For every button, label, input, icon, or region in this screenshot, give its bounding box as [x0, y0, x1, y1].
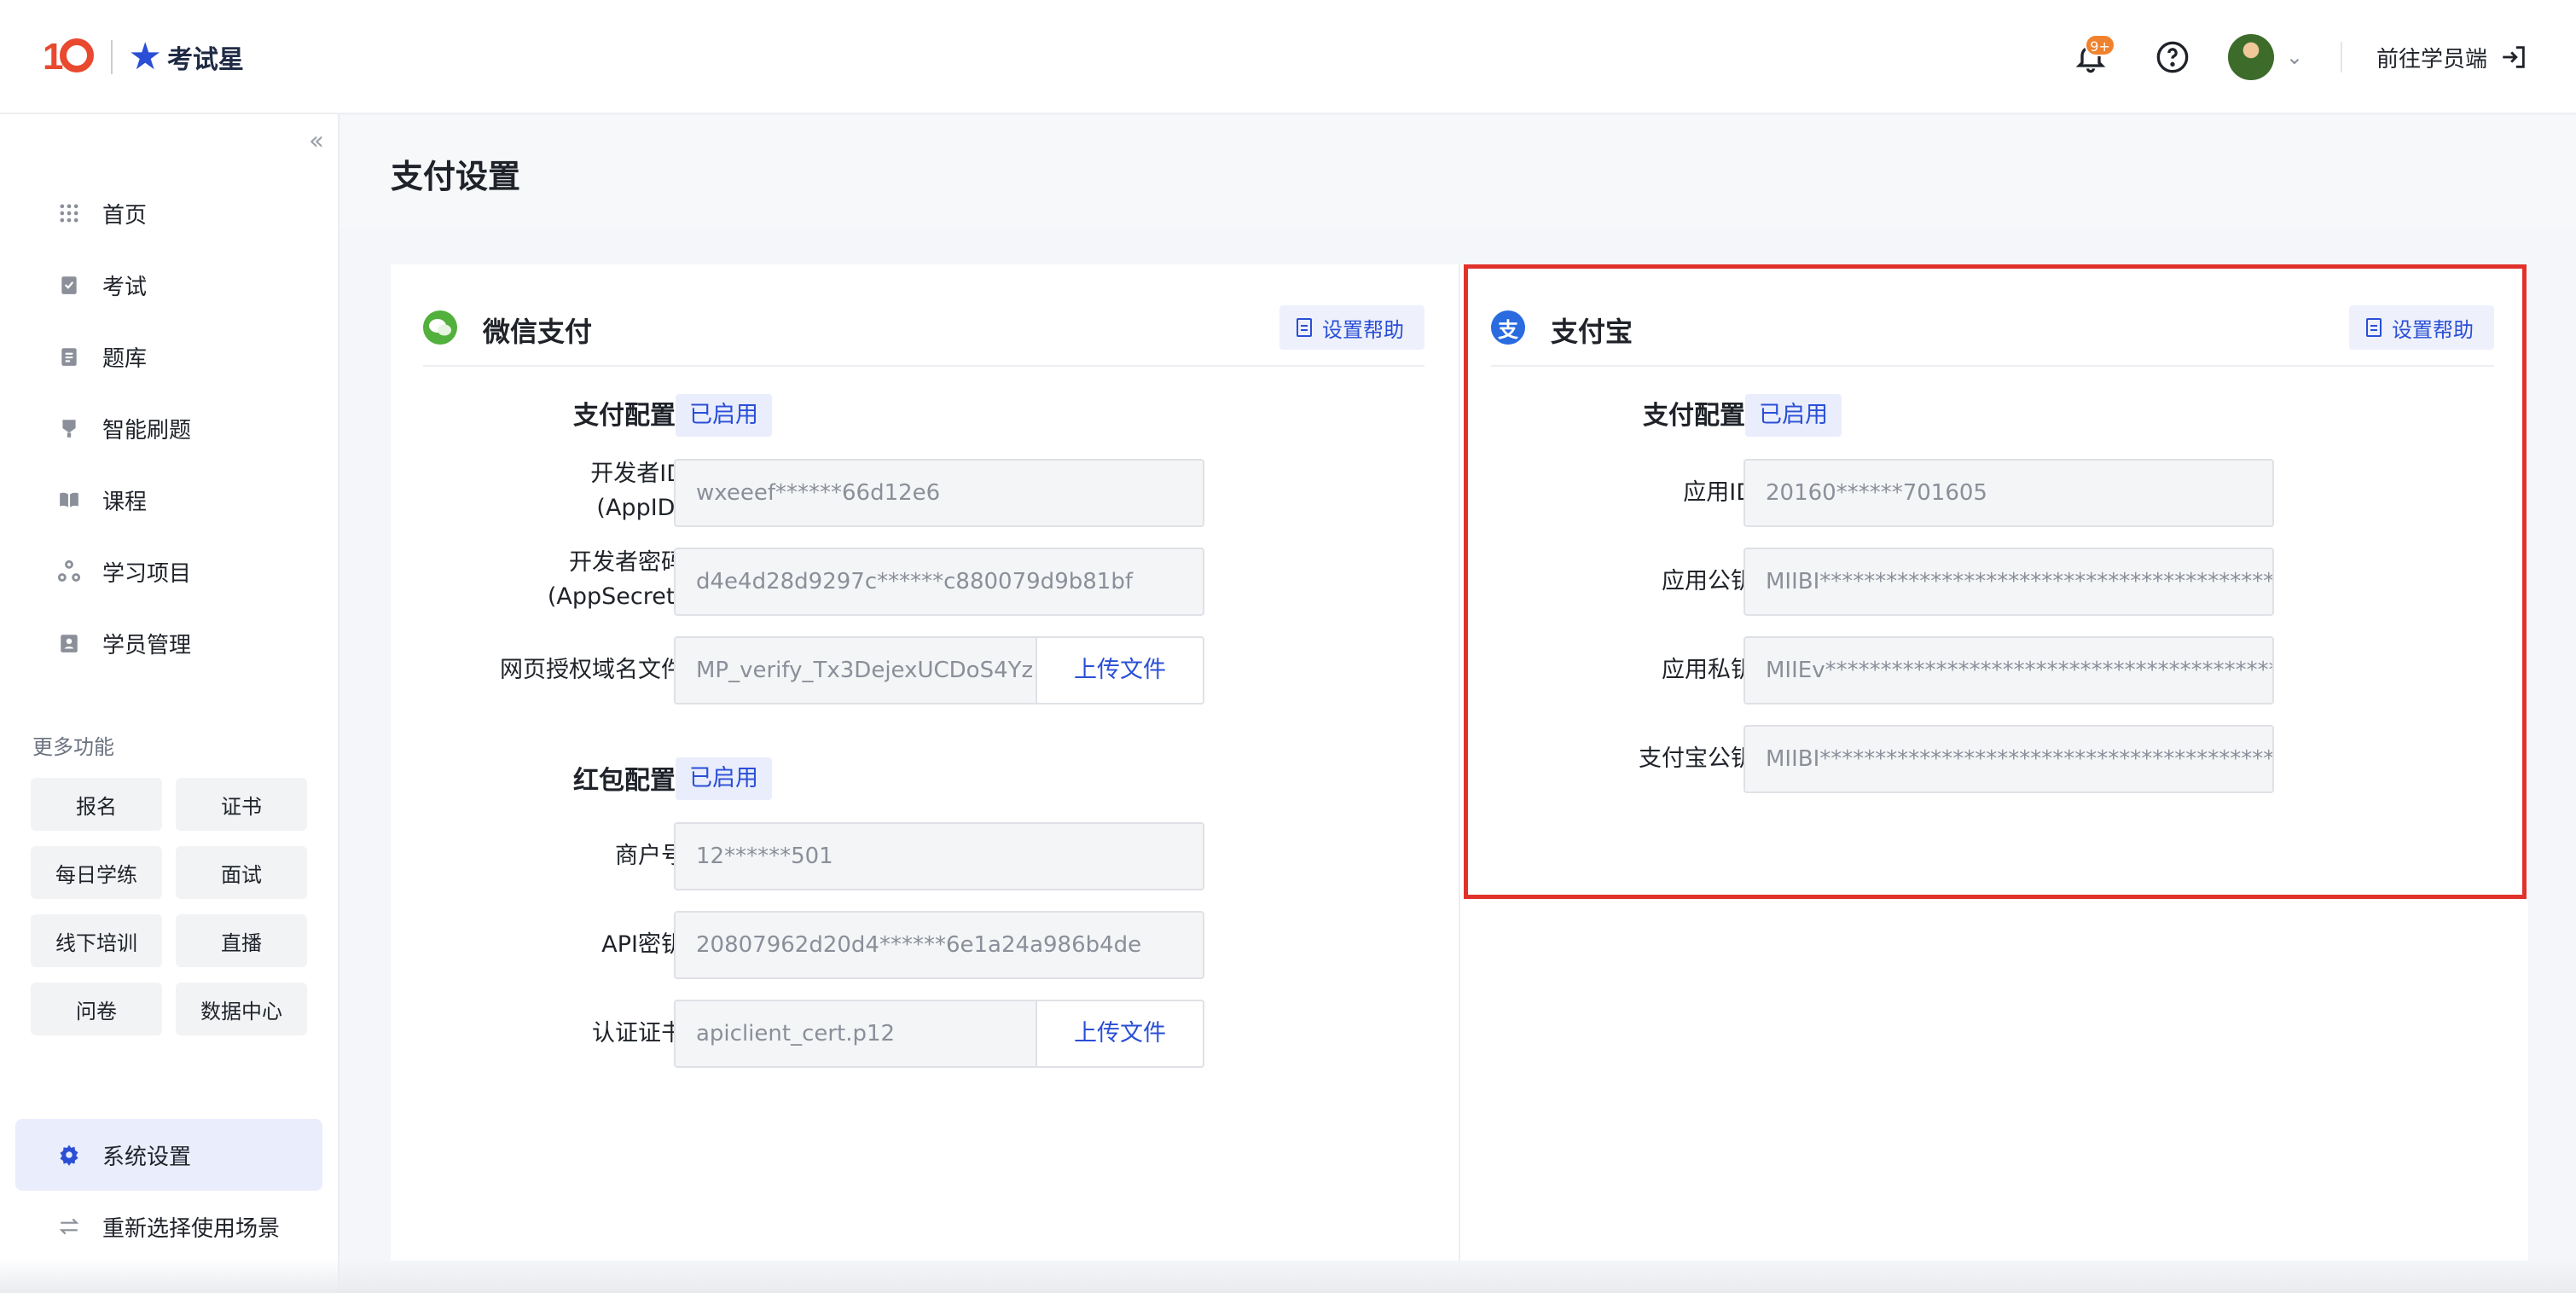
- appsecret-input[interactable]: d4e4d28d9297c******c880079d9b81bf: [674, 548, 1204, 616]
- sidebar-item-label: 考试: [102, 274, 148, 300]
- domain-file-label: 网页授权域名文件: [500, 657, 684, 683]
- appsecret-label-line1: 开发者密码: [569, 549, 684, 576]
- help-button-label: 设置帮助: [1322, 317, 1404, 342]
- question-circle-icon: [2156, 41, 2189, 73]
- notification-button[interactable]: 9+: [2064, 31, 2117, 84]
- more-item-data-center[interactable]: 数据中心: [176, 983, 307, 1035]
- more-item-offline-training[interactable]: 线下培训: [31, 914, 162, 967]
- more-item-registration[interactable]: 报名: [31, 778, 162, 831]
- sidebar-item-switch-scenario[interactable]: 重新选择使用场景: [15, 1191, 322, 1262]
- more-item-certificate[interactable]: 证书: [176, 778, 307, 831]
- redpack-config-label: 红包配置:: [573, 766, 686, 796]
- sidebar-item-label: 学员管理: [102, 632, 192, 658]
- sidebar-item-label: 学习项目: [102, 560, 192, 587]
- wechat-pay-card: 微信支付 设置帮助 支付配置: 已启用 开发者ID (AppID) wxeeef…: [391, 264, 1459, 1261]
- sidebar-item-label: 题库: [102, 345, 148, 372]
- book-list-icon: [56, 344, 82, 369]
- sidebar-item-label: 智能刷题: [102, 417, 192, 444]
- sidebar-item-system-settings[interactable]: 系统设置: [15, 1119, 322, 1191]
- page-header: 支付设置: [341, 116, 2576, 229]
- document-icon: [1297, 318, 1312, 337]
- alipay-highlight-box: [1464, 264, 2527, 899]
- project-icon: [56, 559, 82, 584]
- appsecret-label-line2: (AppSecret): [547, 583, 684, 610]
- sidebar-nav: 首页 考试 题库 智能刷题 课程 学习项目 学员管理: [0, 177, 338, 679]
- wechat-pay-config-label: 支付配置:: [573, 401, 686, 431]
- top-bar: 1 ★ 考试星 9+ ⌄ 前往学员端: [0, 0, 2576, 114]
- more-item-daily-practice[interactable]: 每日学练: [31, 846, 162, 899]
- wechat-help-button[interactable]: 设置帮助: [1279, 305, 1424, 350]
- grid-icon: [56, 200, 82, 226]
- sidebar-item-learning-project[interactable]: 学习项目: [0, 536, 338, 607]
- star-logo-icon: ★: [128, 35, 162, 78]
- clipboard-icon: [56, 272, 82, 298]
- appid-label-line2: (AppID): [596, 495, 684, 521]
- cert-upload-button[interactable]: 上传文件: [1037, 1000, 1204, 1068]
- cert-label: 认证证书: [592, 1020, 684, 1047]
- sidebar-item-course[interactable]: 课程: [0, 464, 338, 536]
- topbar-divider: [2340, 42, 2342, 72]
- wechat-logo-icon: [423, 310, 457, 345]
- brand-logo[interactable]: 1 ★ 考试星: [43, 34, 244, 80]
- goto-student-link[interactable]: 前往学员端: [2376, 42, 2487, 73]
- sidebar-item-label: 课程: [102, 489, 148, 515]
- api-key-label: API密钥: [601, 931, 684, 958]
- sidebar-item-smart-practice[interactable]: 智能刷题: [0, 392, 338, 464]
- sidebar-item-student-management[interactable]: 学员管理: [0, 607, 338, 679]
- chevron-down-icon[interactable]: ⌄: [2286, 45, 2303, 69]
- exit-icon[interactable]: [2499, 43, 2528, 72]
- domain-file-input[interactable]: MP_verify_Tx3DejexUCDoS4Yz.: [674, 636, 1037, 704]
- help-button[interactable]: [2146, 31, 2199, 84]
- gear-icon: [56, 1142, 82, 1168]
- page-title: 支付设置: [391, 158, 521, 195]
- appid-input[interactable]: wxeeef******66d12e6: [674, 459, 1204, 527]
- sidebar: ‹‹ 首页 考试 题库 智能刷题 课程 学习项目 学员管理 更多功能 报名 证书…: [0, 114, 339, 1293]
- merchant-id-input[interactable]: 12******501: [674, 822, 1204, 890]
- sidebar-bottom-nav: 系统设置 重新选择使用场景: [15, 1119, 322, 1262]
- swap-icon: [56, 1214, 82, 1239]
- logo-divider: [111, 40, 113, 74]
- brush-icon: [56, 415, 82, 441]
- domain-file-upload-button[interactable]: 上传文件: [1037, 636, 1204, 704]
- sidebar-item-question-bank[interactable]: 题库: [0, 321, 338, 392]
- wechat-pay-config-status: 已启用: [676, 394, 772, 437]
- more-item-survey[interactable]: 问卷: [31, 983, 162, 1035]
- merchant-id-label: 商户号: [615, 843, 684, 869]
- appid-label-line1: 开发者ID: [590, 461, 684, 487]
- more-features-grid: 报名 证书 每日学练 面试 线下培训 直播 问卷 数据中心: [31, 778, 307, 1035]
- ten-logo-icon: 1: [43, 36, 95, 78]
- sidebar-item-label: 重新选择使用场景: [102, 1215, 281, 1242]
- brand-name: 考试星: [166, 45, 244, 75]
- open-book-icon: [56, 487, 82, 513]
- sidebar-item-exam[interactable]: 考试: [0, 249, 338, 321]
- student-icon: [56, 630, 82, 656]
- wechat-card-header: 微信支付 设置帮助: [423, 299, 1424, 367]
- more-features-title: 更多功能: [32, 735, 114, 759]
- sidebar-item-label: 首页: [102, 202, 148, 229]
- top-right-actions: 9+ ⌄ 前往学员端: [2064, 31, 2528, 84]
- redpack-config-status: 已启用: [676, 757, 772, 800]
- bottom-shadow: [0, 1259, 2576, 1293]
- notification-badge: 9+: [2085, 34, 2115, 56]
- wechat-card-title: 微信支付: [483, 316, 593, 348]
- user-avatar[interactable]: [2227, 34, 2274, 80]
- sidebar-item-label: 系统设置: [102, 1144, 192, 1170]
- api-key-input[interactable]: 20807962d20d4******6e1a24a986b4de: [674, 911, 1204, 979]
- sidebar-item-home[interactable]: 首页: [0, 177, 338, 249]
- cert-file-input[interactable]: apiclient_cert.p12: [674, 1000, 1037, 1068]
- more-item-interview[interactable]: 面试: [176, 846, 307, 899]
- collapse-sidebar-icon[interactable]: ‹‹: [309, 126, 324, 156]
- more-item-live[interactable]: 直播: [176, 914, 307, 967]
